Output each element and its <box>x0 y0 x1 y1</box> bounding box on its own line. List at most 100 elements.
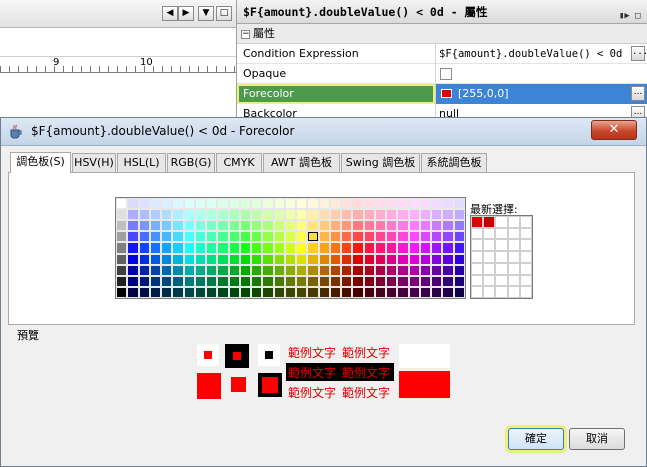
color-swatch[interactable] <box>318 264 330 276</box>
color-swatch[interactable] <box>363 253 375 265</box>
color-swatch[interactable] <box>453 286 465 298</box>
color-swatch[interactable] <box>251 286 263 298</box>
color-swatch[interactable] <box>341 231 353 243</box>
color-swatch[interactable] <box>397 242 409 254</box>
color-swatch[interactable] <box>262 264 274 276</box>
color-swatch[interactable] <box>397 253 409 265</box>
color-swatch[interactable] <box>251 253 263 265</box>
color-swatch[interactable] <box>194 253 207 265</box>
color-swatch[interactable] <box>262 242 274 254</box>
color-swatch[interactable] <box>239 286 252 298</box>
color-swatch[interactable] <box>251 264 263 276</box>
color-swatch[interactable] <box>127 209 139 221</box>
panel-minimize-icon[interactable]: ▮▶ <box>619 4 630 28</box>
color-swatch[interactable] <box>419 242 432 254</box>
color-swatch[interactable] <box>352 220 364 232</box>
color-swatch[interactable] <box>419 220 432 232</box>
color-swatch[interactable] <box>341 209 353 221</box>
color-swatch[interactable] <box>262 286 274 298</box>
recent-swatch[interactable] <box>507 227 520 240</box>
color-swatch[interactable] <box>138 286 150 298</box>
color-swatch[interactable] <box>352 253 364 265</box>
color-swatch[interactable] <box>397 286 409 298</box>
color-swatch[interactable] <box>386 275 398 287</box>
close-button[interactable]: ✕ <box>591 120 637 140</box>
color-swatch[interactable] <box>161 286 173 298</box>
color-swatch[interactable] <box>352 209 364 221</box>
color-swatch[interactable] <box>138 275 150 287</box>
color-swatch[interactable] <box>363 242 375 254</box>
color-swatch[interactable] <box>318 275 330 287</box>
color-swatch[interactable] <box>363 220 375 232</box>
edit-condition-button[interactable]: ... <box>631 46 647 61</box>
color-swatch[interactable] <box>262 220 274 232</box>
color-swatch[interactable] <box>374 275 387 287</box>
color-swatch[interactable] <box>352 198 364 210</box>
color-swatch[interactable] <box>307 198 319 210</box>
recent-swatch[interactable] <box>507 239 520 252</box>
color-swatch[interactable] <box>397 220 409 232</box>
property-row-opaque[interactable]: Opaque <box>237 64 647 84</box>
color-swatch[interactable] <box>341 264 353 276</box>
property-value[interactable] <box>435 64 647 84</box>
color-swatch[interactable] <box>127 242 139 254</box>
color-swatch[interactable] <box>431 286 443 298</box>
color-swatch[interactable] <box>262 198 274 210</box>
color-swatch[interactable] <box>138 242 150 254</box>
color-swatch[interactable] <box>228 286 240 298</box>
color-swatch[interactable] <box>442 220 454 232</box>
recent-swatch[interactable] <box>471 274 484 287</box>
color-swatch[interactable] <box>239 220 252 232</box>
color-swatch[interactable] <box>453 220 465 232</box>
color-swatch[interactable] <box>194 242 207 254</box>
color-swatch[interactable] <box>262 275 274 287</box>
color-swatch[interactable] <box>284 264 297 276</box>
color-swatch[interactable] <box>442 264 454 276</box>
color-swatch[interactable] <box>307 253 319 265</box>
recent-swatch[interactable] <box>471 262 484 275</box>
tab-system-palette[interactable]: 系統調色板 <box>421 153 487 172</box>
color-swatch[interactable] <box>172 275 184 287</box>
color-swatch[interactable] <box>206 275 218 287</box>
recent-swatch[interactable] <box>519 286 532 298</box>
color-swatch[interactable] <box>329 242 342 254</box>
color-swatch[interactable] <box>194 286 207 298</box>
color-swatch[interactable] <box>352 231 364 243</box>
color-swatch[interactable] <box>161 242 173 254</box>
color-swatch[interactable] <box>397 209 409 221</box>
color-swatch[interactable] <box>341 220 353 232</box>
swatch-grid[interactable] <box>115 197 466 299</box>
color-swatch[interactable] <box>431 220 443 232</box>
color-swatch[interactable] <box>352 242 364 254</box>
color-swatch[interactable] <box>341 275 353 287</box>
recent-swatch[interactable] <box>519 262 532 275</box>
color-swatch[interactable] <box>329 264 342 276</box>
color-swatch[interactable] <box>228 264 240 276</box>
color-swatch[interactable] <box>206 198 218 210</box>
color-swatch[interactable] <box>217 198 229 210</box>
color-swatch[interactable] <box>194 209 207 221</box>
color-swatch[interactable] <box>228 253 240 265</box>
property-value[interactable]: $F{amount}.doubleValue() < 0d ... <box>435 44 647 64</box>
color-swatch[interactable] <box>408 231 420 243</box>
recent-swatch[interactable] <box>507 216 520 228</box>
color-swatch[interactable] <box>161 253 173 265</box>
color-swatch[interactable] <box>217 220 229 232</box>
color-swatch[interactable] <box>296 242 308 254</box>
color-swatch[interactable] <box>149 286 162 298</box>
color-swatch[interactable] <box>127 275 139 287</box>
color-swatch[interactable] <box>408 242 420 254</box>
color-swatch[interactable] <box>408 264 420 276</box>
color-swatch[interactable] <box>363 275 375 287</box>
recent-swatch[interactable] <box>495 227 508 240</box>
color-swatch[interactable] <box>296 264 308 276</box>
color-swatch[interactable] <box>273 275 285 287</box>
edit-forecolor-button[interactable]: ... <box>631 86 645 101</box>
recent-swatch[interactable] <box>495 286 508 298</box>
color-swatch[interactable] <box>251 242 263 254</box>
color-swatch[interactable] <box>307 264 319 276</box>
property-value[interactable]: [255,0,0] ... <box>435 84 647 104</box>
color-swatch[interactable] <box>116 242 128 254</box>
color-swatch[interactable] <box>183 253 195 265</box>
color-swatch[interactable] <box>217 253 229 265</box>
